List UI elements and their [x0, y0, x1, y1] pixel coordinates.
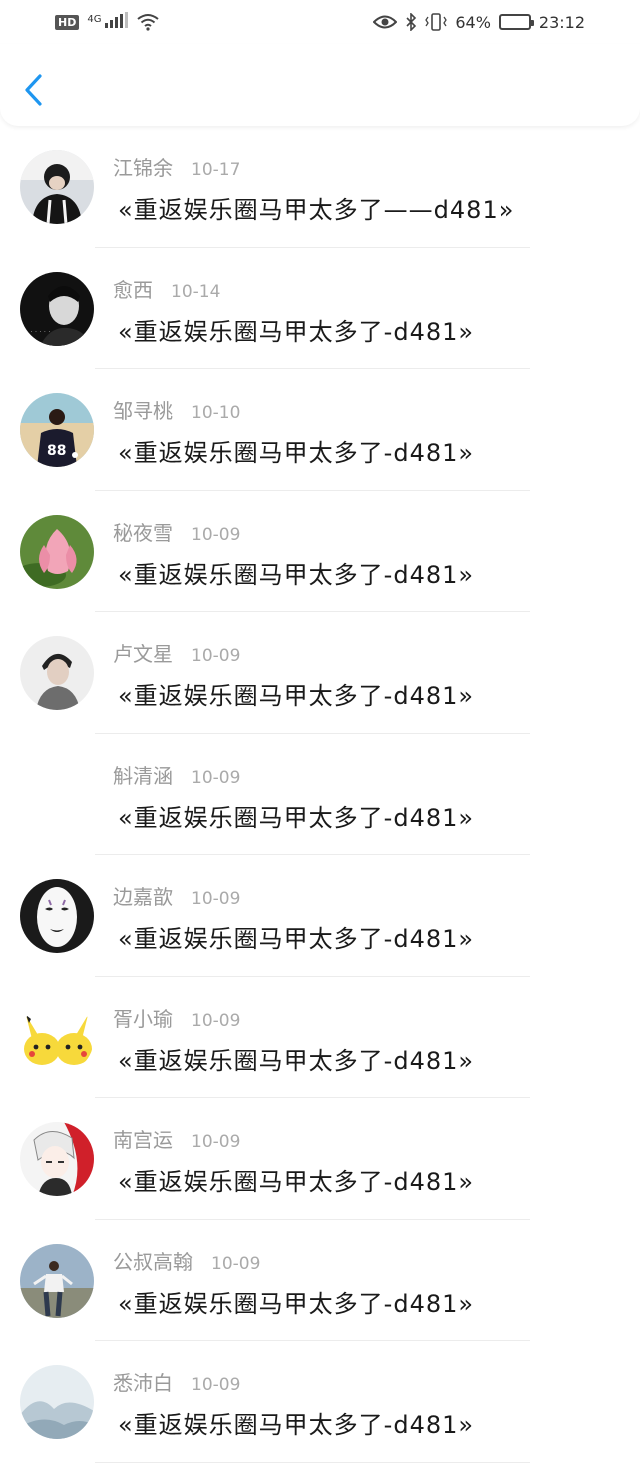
battery-icon [498, 14, 534, 30]
post-date: 10-09 [211, 1253, 261, 1274]
item-title[interactable]: «重返娱乐圈马甲太多了-d481» [118, 312, 474, 347]
post-date: 10-09 [191, 1132, 241, 1152]
avatar[interactable] [20, 1122, 94, 1196]
list-item[interactable]: 秘夜雪 10-09 «重返娱乐圈马甲太多了-d481» [0, 490, 640, 612]
user-name[interactable]: 秘夜雪 [113, 521, 173, 545]
avatar[interactable] [20, 1000, 94, 1075]
item-meta: 愈西 10-14 [113, 274, 220, 303]
svg-text:· · · · · ·: · · · · · · [26, 328, 50, 336]
user-name[interactable]: 南宫运 [113, 1128, 173, 1152]
svg-text:88: 88 [47, 443, 66, 459]
post-date: 10-09 [191, 889, 241, 909]
item-meta: 斛清涵 10-09 [113, 760, 240, 789]
status-bar: HD 4G 64% 23:12 [0, 0, 640, 44]
list-item[interactable]: · · · · · · 愈西 10-14 «重返娱乐圈马甲太多了-d481» [0, 247, 640, 369]
item-title[interactable]: «重返娱乐圈马甲太多了-d481» [118, 1162, 474, 1197]
battery-percent: 64% [455, 12, 491, 32]
eye-icon [373, 15, 398, 29]
comment-list: 江锦余 10-17 «重返娱乐圈马甲太多了——d481» · · · · · · 愈西 1… [0, 126, 640, 1463]
item-title[interactable]: «重返娱乐圈马甲太多了-d481» [118, 1041, 474, 1076]
avatar[interactable] [20, 636, 94, 710]
avatar[interactable]: · · · · · · [20, 271, 94, 346]
list-item[interactable]: 88 邹寻桃 10-10 «重返娱乐圈马甲太多了-d481» [0, 369, 640, 491]
item-meta: 胥小瑜 10-09 [113, 1003, 240, 1032]
post-date: 10-09 [191, 646, 241, 666]
user-name[interactable]: 江锦余 [113, 156, 173, 180]
post-date: 10-09 [191, 767, 241, 788]
user-name[interactable]: 公叔高翰 [113, 1250, 193, 1274]
item-meta: 卢文星 10-09 [113, 638, 240, 667]
avatar[interactable] [20, 1365, 94, 1439]
avatar[interactable] [20, 1243, 94, 1318]
post-date: 10-14 [171, 281, 221, 302]
item-title[interactable]: «重返娱乐圈马甲太多了-d481» [118, 919, 474, 954]
item-meta: 南宫运 10-09 [113, 1124, 240, 1153]
user-name[interactable]: 胥小瑜 [113, 1007, 173, 1031]
user-name[interactable]: 斛清涵 [113, 764, 173, 788]
item-title[interactable]: «重返娱乐圈马甲太多了-d481» [118, 433, 474, 468]
item-title[interactable]: «重返娱乐圈马甲太多了-d481» [118, 676, 474, 711]
bluetooth-icon [406, 13, 417, 31]
item-meta: 悉沛白 10-09 [113, 1367, 240, 1396]
list-item[interactable]: 悉沛白 10-09 «重返娱乐圈马甲太多了-d481» [0, 1341, 640, 1463]
nav-bar [0, 44, 640, 126]
clock: 23:12 [538, 12, 585, 32]
list-item[interactable]: 胥小瑜 10-09 «重返娱乐圈马甲太多了-d481» [0, 976, 640, 1098]
item-title[interactable]: «重返娱乐圈马甲太多了-d481» [118, 798, 474, 833]
status-right: 64% 23:12 [373, 13, 585, 32]
user-name[interactable]: 邹寻桃 [113, 399, 173, 423]
post-date: 10-17 [191, 160, 241, 180]
status-left: HD 4G [55, 12, 160, 32]
wifi-icon [136, 14, 159, 31]
avatar[interactable] [20, 150, 94, 224]
item-meta: 边嘉歆 10-09 [113, 881, 240, 910]
item-title[interactable]: «重返娱乐圈马甲太多了-d481» [118, 555, 474, 590]
item-meta: 公叔高翰 10-09 [113, 1246, 260, 1275]
post-date: 10-10 [191, 403, 241, 423]
signal-icon: 4G [87, 12, 128, 32]
post-date: 10-09 [191, 524, 241, 545]
post-date: 10-09 [191, 1010, 241, 1031]
user-name[interactable]: 边嘉歆 [113, 885, 173, 909]
list-item[interactable]: 江锦余 10-17 «重返娱乐圈马甲太多了——d481» [0, 126, 640, 248]
list-item[interactable]: 边嘉歆 10-09 «重返娱乐圈马甲太多了-d481» [0, 855, 640, 977]
avatar[interactable] [20, 514, 94, 589]
item-title[interactable]: «重返娱乐圈马甲太多了-d481» [118, 1284, 474, 1319]
user-name[interactable]: 悉沛白 [113, 1371, 173, 1395]
hd-badge: HD [55, 14, 80, 30]
chevron-left-icon[interactable] [20, 72, 48, 108]
avatar[interactable]: 88 [20, 393, 94, 467]
item-meta: 秘夜雪 10-09 [113, 517, 240, 546]
avatar[interactable] [20, 879, 94, 953]
item-title[interactable]: «重返娱乐圈马甲太多了——d481» [118, 190, 514, 225]
list-item[interactable]: 南宫运 10-09 «重返娱乐圈马甲太多了-d481» [0, 1098, 640, 1220]
user-name[interactable]: 卢文星 [113, 642, 173, 666]
list-item[interactable]: 公叔高翰 10-09 «重返娱乐圈马甲太多了-d481» [0, 1219, 640, 1341]
list-item[interactable]: 卢文星 10-09 «重返娱乐圈马甲太多了-d481» [0, 612, 640, 734]
item-meta: 邹寻桃 10-10 [113, 395, 240, 424]
item-meta: 江锦余 10-17 [113, 152, 240, 181]
user-name[interactable]: 愈西 [113, 278, 153, 302]
post-date: 10-09 [191, 1375, 241, 1395]
list-item[interactable]: 斛清涵 10-09 «重返娱乐圈马甲太多了-d481» [0, 733, 640, 855]
avatar[interactable] [20, 758, 94, 832]
vibrate-icon [425, 13, 448, 31]
item-title[interactable]: «重返娱乐圈马甲太多了-d481» [118, 1405, 474, 1440]
